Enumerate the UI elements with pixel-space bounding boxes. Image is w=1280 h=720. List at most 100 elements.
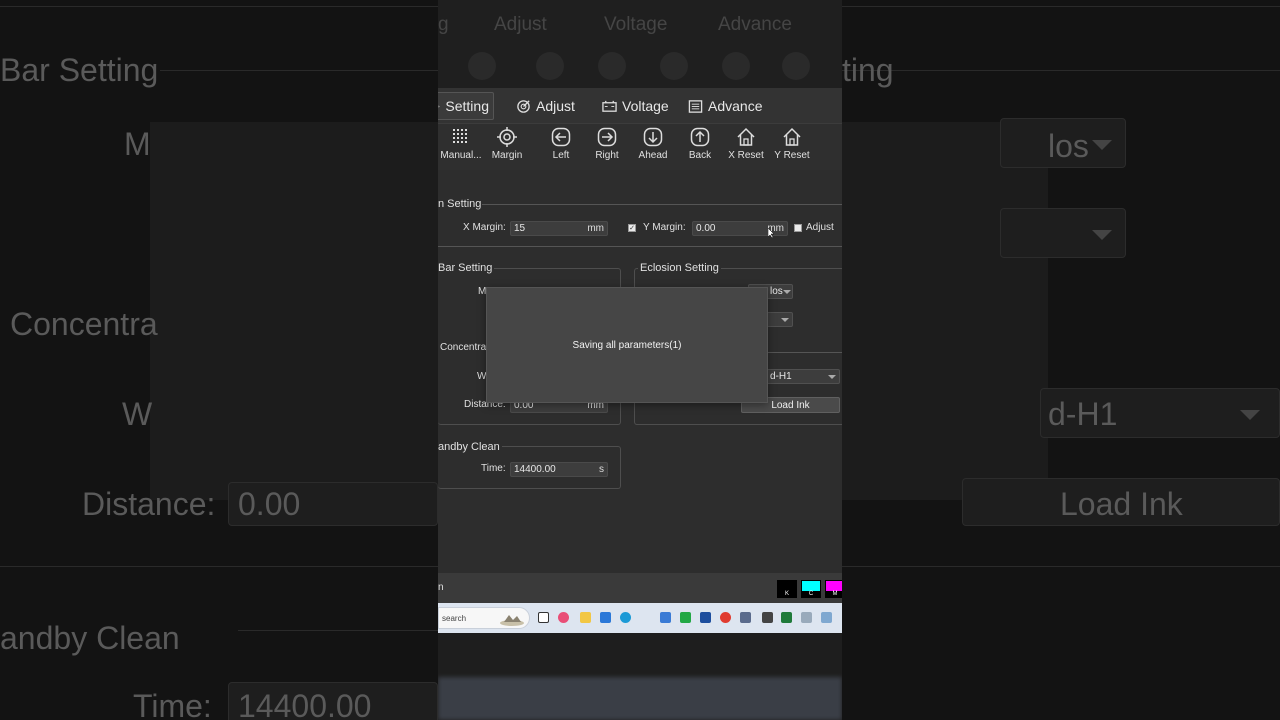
screen: Bar Setting ting M Concentra W Distance:… bbox=[0, 0, 1280, 720]
status-text: n bbox=[438, 582, 444, 593]
tool-label: Ahead bbox=[638, 150, 668, 161]
bg-m: M bbox=[124, 126, 151, 162]
blur-icon bbox=[536, 52, 564, 80]
edge-icon[interactable] bbox=[620, 612, 631, 623]
bg-divider bbox=[842, 70, 1280, 71]
tool-label: Back bbox=[688, 150, 712, 161]
app-icon[interactable] bbox=[720, 612, 731, 623]
search-placeholder: search bbox=[442, 613, 467, 623]
copilot-icon[interactable] bbox=[558, 612, 569, 623]
top-blur-strip: g Adjust Voltage Advance bbox=[438, 0, 842, 88]
adjust-checkbox[interactable] bbox=[794, 224, 802, 232]
tab-label: Voltage bbox=[622, 98, 669, 114]
tool-label: Right bbox=[595, 150, 619, 161]
x-margin-unit: mm bbox=[587, 223, 604, 234]
ahead-button[interactable]: Ahead bbox=[630, 127, 676, 161]
bg-time-value: 14400.00 bbox=[238, 688, 372, 720]
bg-d-h1: d-H1 bbox=[1048, 396, 1118, 432]
saving-message: Saving all parameters(1) bbox=[572, 339, 682, 351]
app-icon[interactable] bbox=[762, 612, 773, 623]
excel-icon[interactable] bbox=[781, 612, 792, 623]
eclosion-setting-title: Eclosion Setting bbox=[638, 262, 721, 274]
time-input[interactable]: 14400.00 s bbox=[510, 462, 608, 477]
toolbar: Manual... Margin Left Right Ahead Back X… bbox=[438, 124, 842, 170]
right-button[interactable]: Right bbox=[584, 127, 630, 161]
eclosion-mode-value: los bbox=[770, 286, 783, 297]
app-window: g Adjust Voltage Advance Setting Adjust bbox=[438, 0, 842, 720]
bg-divider bbox=[0, 6, 438, 7]
bg-panel-right bbox=[842, 122, 1048, 500]
store-icon[interactable] bbox=[600, 612, 611, 623]
x-reset-button[interactable]: X Reset bbox=[723, 127, 769, 161]
tab-voltage[interactable]: Voltage bbox=[598, 92, 673, 120]
time-label: Time: bbox=[481, 463, 506, 474]
arrow-up-icon bbox=[690, 127, 710, 147]
adjust-label: Adjust bbox=[806, 222, 834, 233]
manual-button[interactable]: Manual... bbox=[438, 127, 484, 161]
chevron-down-icon bbox=[1092, 230, 1112, 240]
status-bar: n K C M bbox=[438, 573, 842, 603]
below-area bbox=[438, 633, 842, 720]
crosshair-icon bbox=[497, 127, 517, 147]
y-margin-value: 0.00 bbox=[696, 223, 716, 234]
arrow-down-icon bbox=[643, 127, 663, 147]
x-margin-input[interactable]: 15 mm bbox=[510, 221, 608, 236]
app-icon[interactable] bbox=[740, 612, 751, 623]
y-reset-button[interactable]: Y Reset bbox=[769, 127, 815, 161]
arrow-left-icon bbox=[551, 127, 571, 147]
landscape-icon bbox=[500, 615, 524, 626]
bg-clos: los bbox=[1048, 128, 1089, 164]
bg-divider bbox=[842, 566, 1280, 567]
ink-label: C bbox=[802, 591, 820, 597]
bg-divider bbox=[160, 70, 438, 71]
chevron-down-icon bbox=[782, 289, 791, 294]
tab-setting[interactable]: Setting bbox=[438, 92, 494, 120]
chevron-down-icon bbox=[1092, 140, 1112, 150]
time-value: 14400.00 bbox=[514, 464, 556, 475]
folder-icon[interactable] bbox=[580, 612, 591, 623]
margin-button[interactable]: Margin bbox=[484, 127, 530, 161]
bg-bar-setting: Bar Setting bbox=[0, 52, 159, 88]
back-button[interactable]: Back bbox=[677, 127, 723, 161]
tool-label: Margin bbox=[491, 150, 523, 161]
app-icon[interactable] bbox=[801, 612, 812, 623]
blur-icon bbox=[660, 52, 688, 80]
arrow-right-icon bbox=[597, 127, 617, 147]
app-icon[interactable] bbox=[821, 612, 832, 623]
chevron-down-icon bbox=[781, 317, 789, 322]
ink-type-value: d-H1 bbox=[770, 371, 792, 382]
app-icon[interactable] bbox=[680, 612, 691, 623]
ink-swatch-c: C bbox=[801, 580, 821, 598]
tab-advance[interactable]: Advance bbox=[684, 92, 766, 120]
left-button[interactable]: Left bbox=[538, 127, 584, 161]
bg-ting: ting bbox=[842, 52, 894, 88]
bar-setting-title: Bar Setting bbox=[438, 262, 495, 274]
app-icon[interactable] bbox=[660, 612, 671, 623]
bg-panel-left bbox=[150, 122, 438, 500]
bg-divider bbox=[238, 630, 438, 631]
home-icon bbox=[783, 127, 801, 146]
home-icon bbox=[737, 127, 755, 146]
x-margin-value: 15 bbox=[514, 223, 526, 234]
bg-time-label: Time: bbox=[133, 688, 212, 720]
saving-dialog: Saving all parameters(1) bbox=[486, 287, 768, 403]
tab-label: Adjust bbox=[536, 98, 575, 114]
app-icon[interactable] bbox=[700, 612, 711, 623]
taskbar-search[interactable]: search bbox=[438, 607, 530, 629]
x-margin-checkbox[interactable]: ✓ bbox=[628, 224, 636, 232]
standby-clean-title: andby Clean bbox=[438, 441, 502, 453]
blur-tab: Advance bbox=[718, 14, 792, 35]
task-view-icon[interactable] bbox=[538, 612, 549, 623]
blur-tab: g bbox=[438, 14, 449, 35]
x-margin-label: X Margin: bbox=[463, 222, 506, 233]
tab-label: Setting bbox=[445, 98, 489, 114]
blur-icon bbox=[598, 52, 626, 80]
tab-adjust[interactable]: Adjust bbox=[512, 92, 579, 120]
time-unit: s bbox=[599, 464, 604, 475]
bg-distance-label: Distance: bbox=[82, 486, 216, 522]
tool-label: X Reset bbox=[728, 150, 764, 161]
blur-icon bbox=[782, 52, 810, 80]
grid-icon bbox=[453, 129, 467, 143]
tool-label: Manual... bbox=[440, 150, 482, 161]
bg-w: W bbox=[122, 396, 153, 432]
